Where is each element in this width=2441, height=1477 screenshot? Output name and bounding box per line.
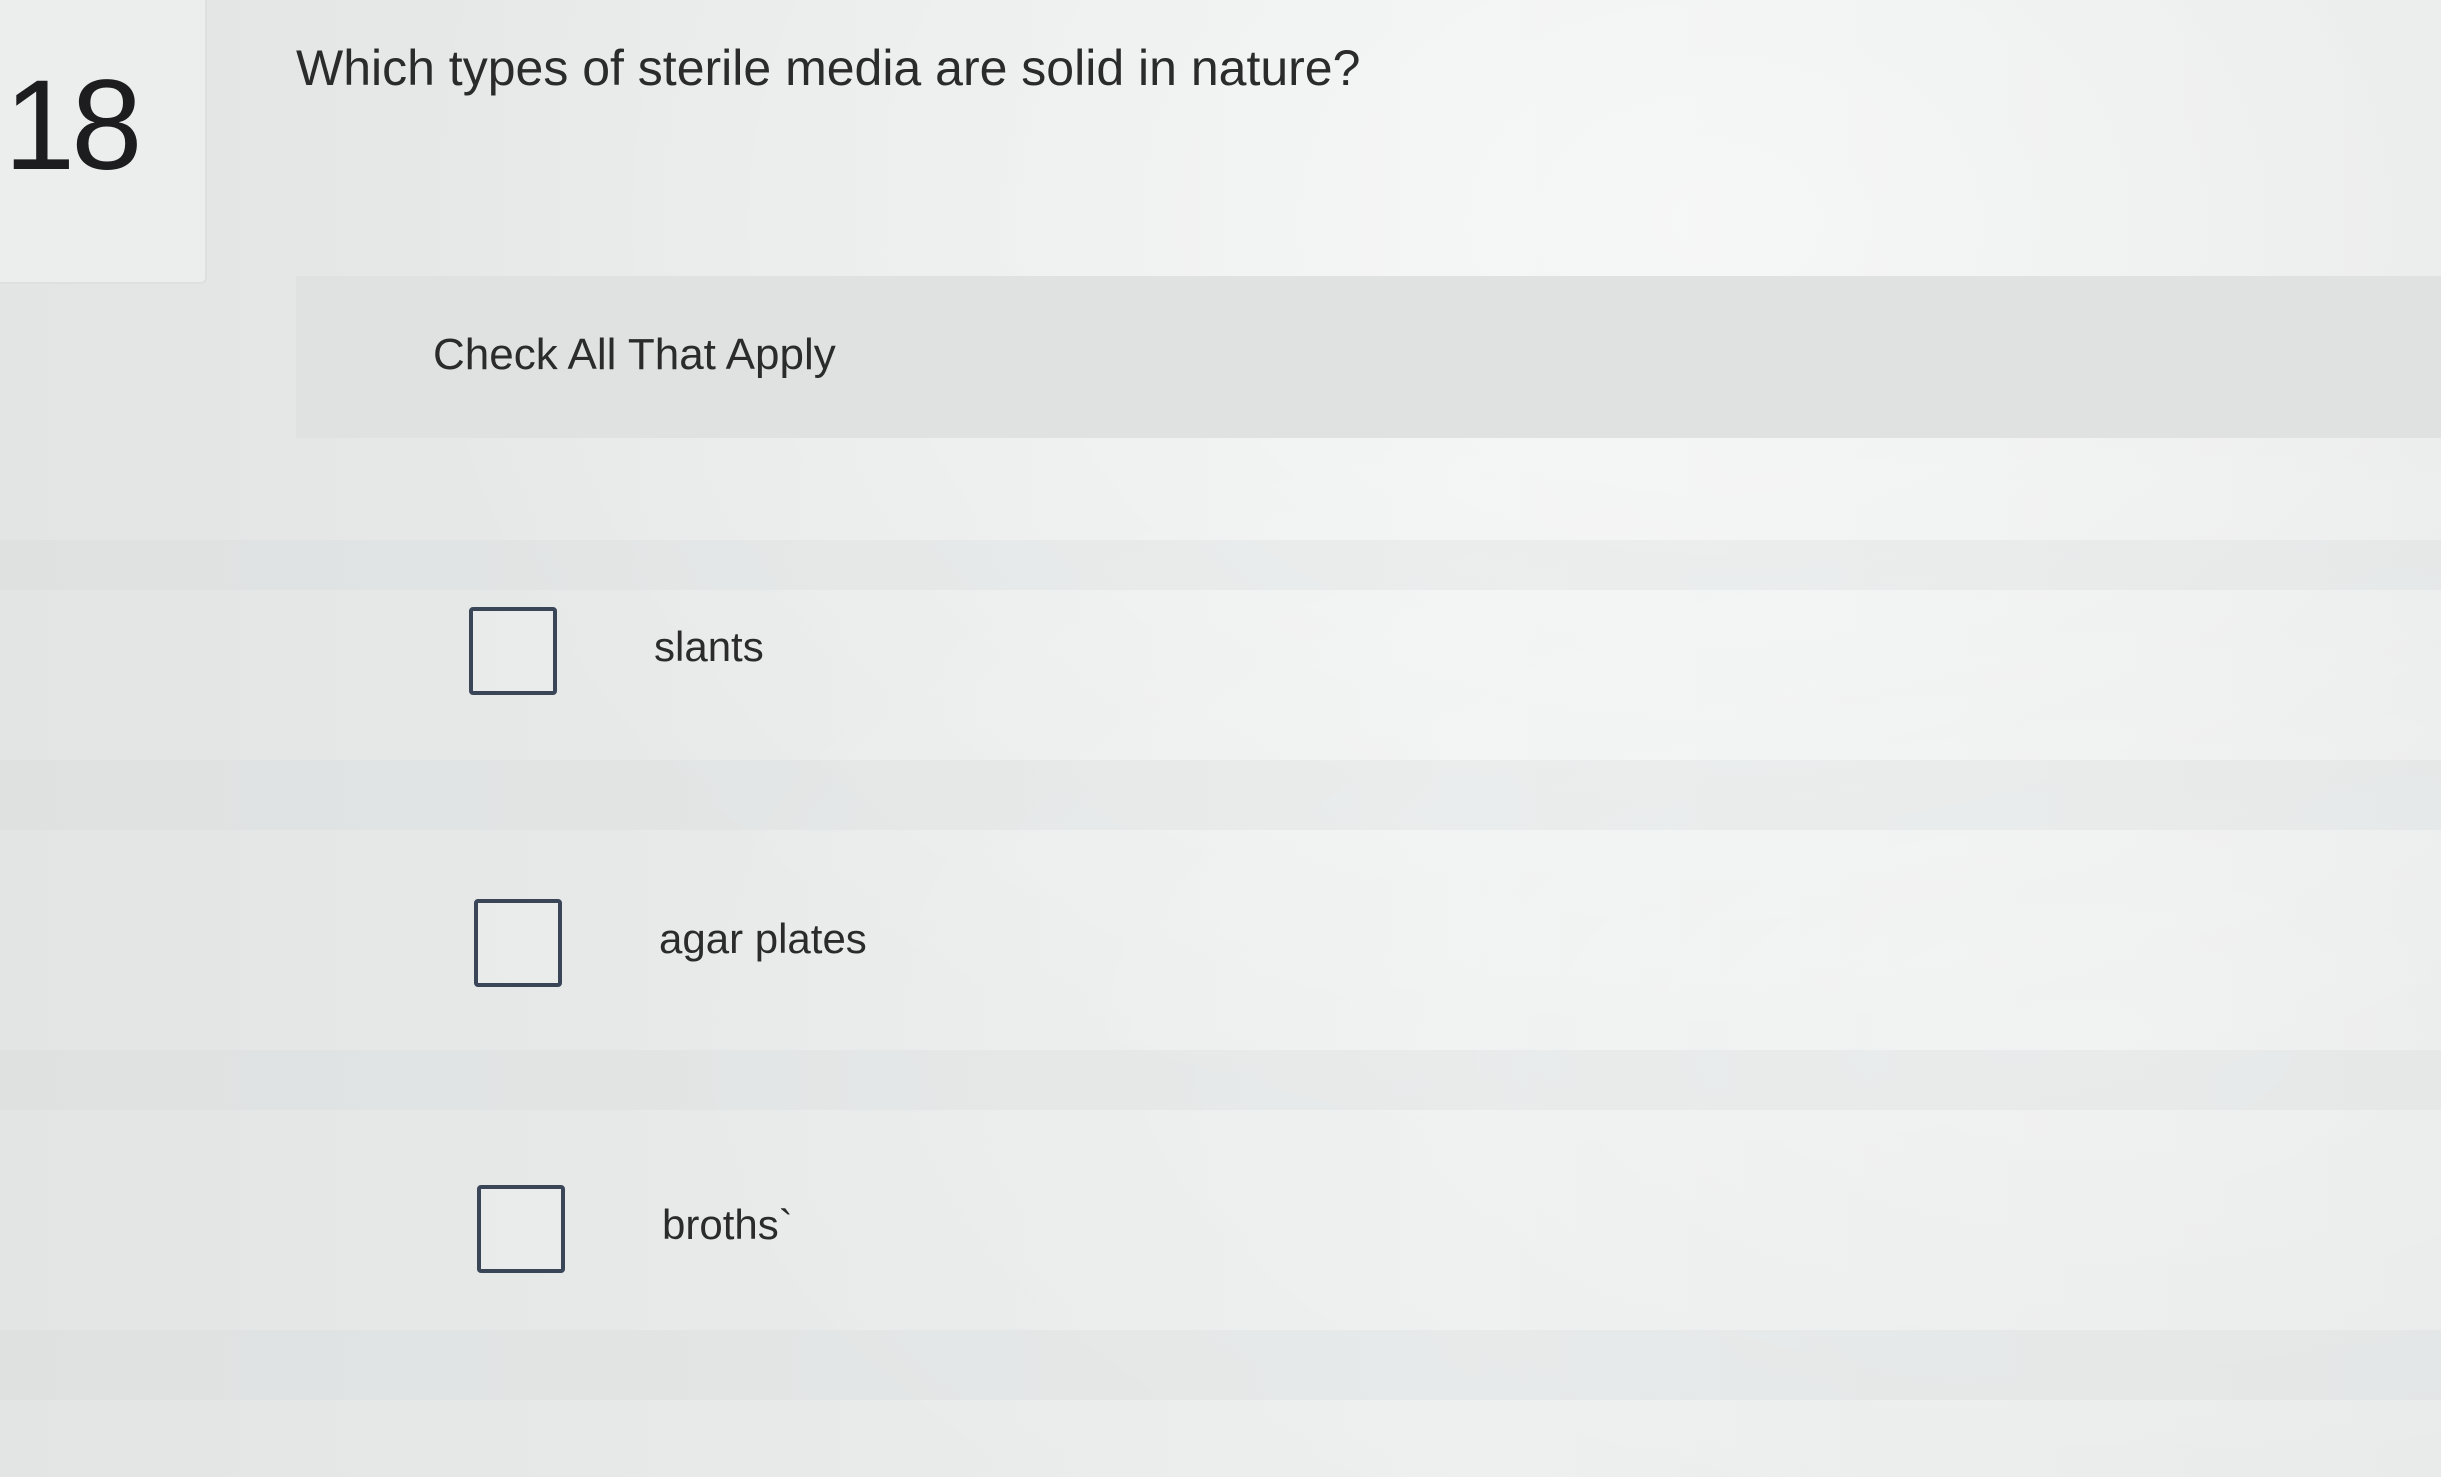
checkbox-slants[interactable] — [469, 607, 557, 695]
option-agar-plates[interactable]: agar plates — [474, 899, 1874, 999]
question-number: 18 — [4, 54, 142, 197]
question-number-panel: 18 — [0, 0, 207, 284]
screen-moire-band — [0, 1050, 2441, 1110]
option-label: broths` — [662, 1201, 793, 1248]
option-label: slants — [654, 623, 764, 670]
screen-moire-band — [0, 540, 2441, 590]
instruction-text: Check All That Apply — [433, 330, 836, 379]
option-broths[interactable]: broths` — [477, 1185, 1877, 1285]
checkbox-agar-plates[interactable] — [474, 899, 562, 987]
question-prompt: Which types of sterile media are solid i… — [296, 40, 1361, 96]
instruction-banner: Check All That Apply — [296, 276, 2441, 438]
option-label: agar plates — [659, 915, 867, 962]
option-slants[interactable]: slants — [469, 607, 1869, 707]
screen-moire-band — [0, 760, 2441, 830]
screen-moire-band — [0, 1330, 2441, 1400]
checkbox-broths[interactable] — [477, 1185, 565, 1273]
